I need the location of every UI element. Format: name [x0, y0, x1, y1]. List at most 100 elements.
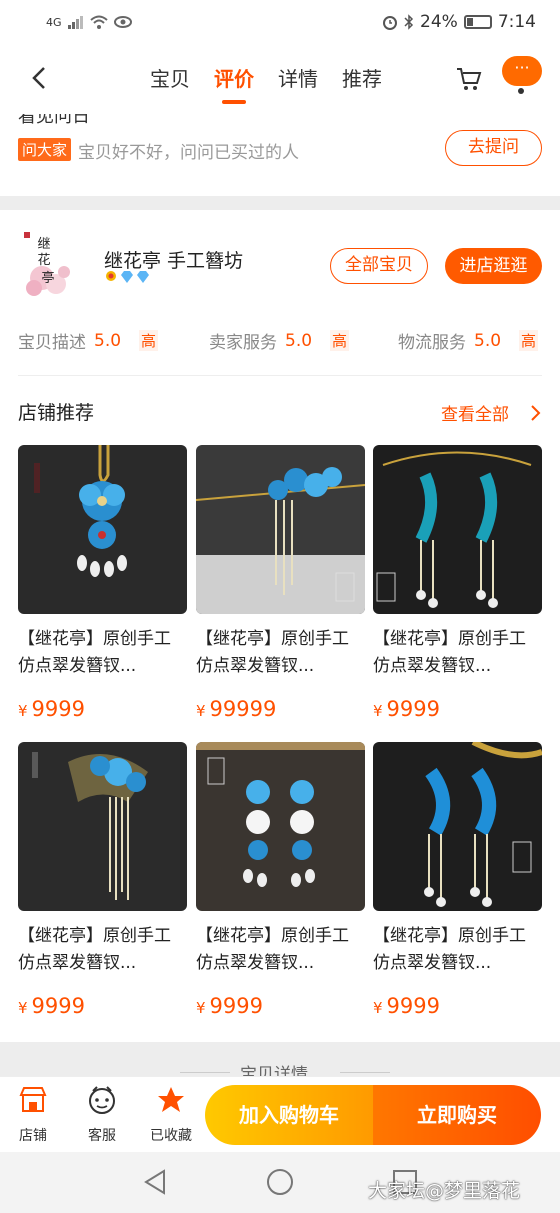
rating-description: 宝贝描述 5.0 高	[18, 328, 159, 353]
rating-logistics: 物流服务 5.0 高	[398, 328, 539, 353]
rating-level: 高	[330, 330, 350, 351]
product-image[interactable]	[18, 742, 187, 911]
price-value: 9999	[386, 697, 440, 721]
bluetooth-icon	[404, 14, 414, 30]
service-label: 客服	[88, 1128, 116, 1144]
rating-value: 5.0	[285, 330, 313, 351]
back-nav-icon[interactable]	[142, 1168, 168, 1196]
shop-icon	[19, 1087, 47, 1112]
currency-symbol: ¥	[18, 702, 28, 720]
tab-item[interactable]: 宝贝	[150, 64, 190, 104]
product-title[interactable]: 【继花亭】原创手工仿点翠发簪钗...	[196, 923, 365, 977]
rating-level: 高	[519, 330, 539, 351]
favorite-label: 已收藏	[150, 1128, 192, 1144]
product-card[interactable]: 【继花亭】原创手工仿点翠发簪钗... ¥9999	[18, 445, 187, 721]
product-title[interactable]: 【继花亭】原创手工仿点翠发簪钗...	[373, 626, 542, 680]
product-title[interactable]: 【继花亭】原创手工仿点翠发簪钗...	[373, 923, 542, 977]
svg-text:亭: 亭	[41, 270, 54, 286]
product-image[interactable]	[18, 445, 187, 614]
rating-value: 5.0	[474, 330, 502, 351]
shop-button[interactable]: 店铺	[3, 1085, 63, 1145]
tab-recommend[interactable]: 推荐	[342, 64, 382, 104]
tab-bar: 宝贝 评价 详情 推荐	[150, 64, 382, 104]
enter-shop-button[interactable]: 进店逛逛	[445, 248, 542, 284]
status-left: 4G	[46, 15, 132, 29]
notification-dot	[518, 88, 524, 94]
ask-tag: 问大家	[18, 138, 72, 161]
wifi-icon	[89, 15, 108, 29]
product-card[interactable]: 【继花亭】原创手工仿点翠发簪钗... ¥9999	[196, 742, 365, 1018]
divider	[18, 375, 542, 376]
shop-name[interactable]: 继花亭 手工簪坊	[104, 246, 243, 273]
customer-service-button[interactable]: 客服	[72, 1085, 132, 1145]
product-card[interactable]: 【继花亭】原创手工仿点翠发簪钗... ¥99999	[196, 445, 365, 721]
nav-bar: 宝贝 评价 详情 推荐 ···	[0, 44, 560, 114]
svg-text:继: 继	[37, 237, 50, 252]
price-value: 9999	[31, 697, 85, 721]
comb-image	[18, 742, 187, 911]
product-card[interactable]: 【继花亭】原创手工仿点翠发簪钗... ¥9999	[373, 742, 542, 1018]
rating-level: 高	[139, 330, 159, 351]
cart-button[interactable]	[456, 66, 482, 92]
recommend-title: 店铺推荐	[18, 402, 95, 424]
earring-image	[373, 742, 542, 911]
medal-icon	[106, 271, 116, 281]
currency-symbol: ¥	[196, 702, 206, 720]
product-image[interactable]	[373, 445, 542, 614]
hairpin-image	[18, 445, 187, 614]
back-button[interactable]	[26, 64, 54, 92]
clock: 7:14	[497, 12, 536, 32]
system-nav-bar: 大家坛@梦里落花	[0, 1152, 560, 1213]
rating-service: 卖家服务 5.0 高	[209, 328, 350, 353]
diamond-icon	[121, 271, 133, 283]
buy-now-button[interactable]: 立即购买	[373, 1085, 541, 1145]
home-nav-icon[interactable]	[266, 1168, 294, 1196]
price-value: 99999	[209, 697, 277, 721]
status-right: 24% 7:14	[382, 12, 536, 32]
divider	[340, 1072, 390, 1073]
product-image[interactable]	[196, 742, 365, 911]
ask-section: 看见问日 问大家 宝贝好不好，问问已买过的人 去提问	[0, 114, 560, 196]
currency-symbol: ¥	[18, 999, 28, 1017]
battery-icon	[463, 15, 492, 29]
svg-text:花: 花	[37, 252, 50, 268]
product-card[interactable]: 【继花亭】原创手工仿点翠发簪钗... ¥9999	[373, 445, 542, 721]
ask-prompt[interactable]: 宝贝好不好，问问已买过的人	[78, 138, 299, 163]
watermark: 大家坛@梦里落花	[368, 1180, 521, 1202]
product-price: ¥9999	[18, 994, 187, 1018]
tab-detail[interactable]: 详情	[278, 64, 318, 104]
shop-logo[interactable]: 继 花 亭	[20, 226, 76, 302]
shop-label: 店铺	[19, 1128, 47, 1144]
tab-review[interactable]: 评价	[214, 64, 254, 104]
product-title[interactable]: 【继花亭】原创手工仿点翠发簪钗...	[18, 923, 187, 977]
all-items-button[interactable]: 全部宝贝	[330, 248, 428, 284]
chevron-right-icon[interactable]	[529, 403, 543, 423]
rating-label: 宝贝描述	[18, 333, 86, 353]
product-price: ¥99999	[196, 697, 365, 721]
product-image[interactable]	[196, 445, 365, 614]
product-title[interactable]: 【继花亭】原创手工仿点翠发簪钗...	[18, 626, 187, 680]
rating-label: 卖家服务	[209, 333, 277, 353]
more-button[interactable]: ···	[502, 56, 542, 86]
ask-question-button[interactable]: 去提问	[445, 130, 542, 166]
add-to-cart-button[interactable]: 加入购物车	[205, 1085, 373, 1145]
favorite-button[interactable]: 已收藏	[141, 1085, 201, 1145]
shop-section: 继 花 亭 继花亭 手工簪坊 全部宝贝 进店逛逛 宝贝描述 5.0 高 卖家服务…	[0, 210, 560, 1042]
product-price: ¥9999	[373, 994, 542, 1018]
product-image[interactable]	[373, 742, 542, 911]
product-card[interactable]: 【继花亭】原创手工仿点翠发簪钗... ¥9999	[18, 742, 187, 1018]
shop-logo-image: 继 花 亭	[24, 232, 70, 296]
currency-symbol: ¥	[373, 999, 383, 1017]
product-price: ¥9999	[18, 697, 187, 721]
service-icon	[89, 1086, 115, 1114]
product-title[interactable]: 【继花亭】原创手工仿点翠发簪钗...	[196, 626, 365, 680]
bottom-action-bar: 店铺 客服 已收藏 加入购物车 立即购买	[0, 1076, 560, 1152]
rating-value: 5.0	[94, 330, 122, 351]
price-value: 9999	[31, 994, 85, 1018]
star-icon	[158, 1087, 184, 1112]
hairpin-image	[196, 445, 365, 614]
view-all-link[interactable]: 查看全部	[441, 400, 509, 425]
rating-label: 物流服务	[398, 333, 466, 353]
status-bar: 4G 24% 7:14	[0, 0, 560, 44]
product-price: ¥9999	[373, 697, 542, 721]
